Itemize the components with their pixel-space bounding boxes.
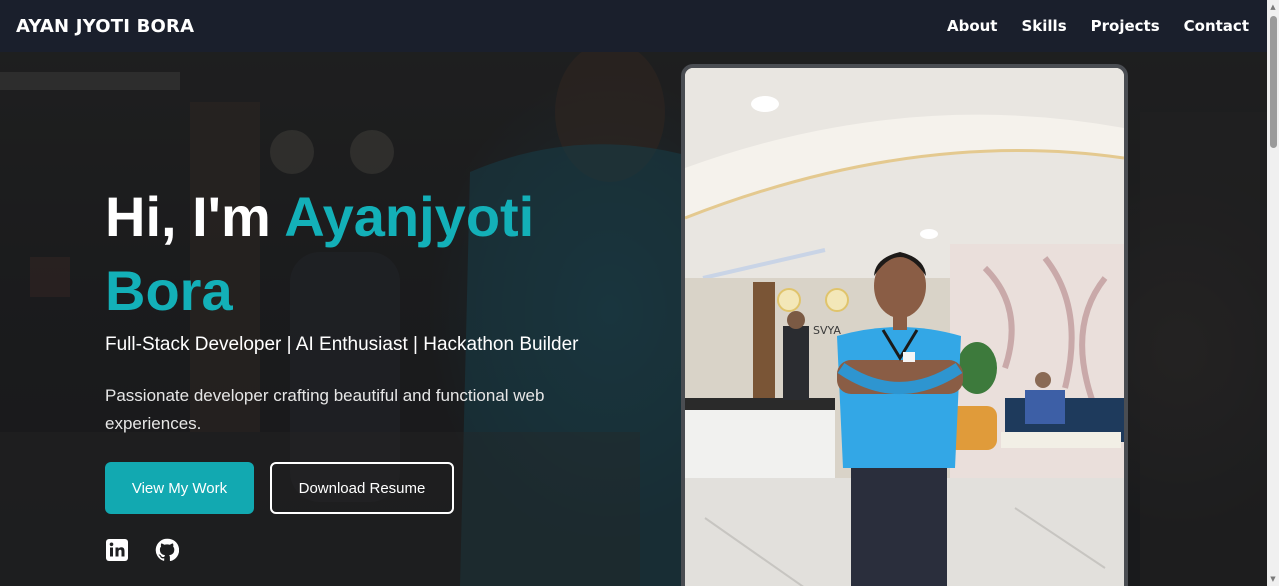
- svg-text:SVYA: SVYA: [813, 324, 841, 337]
- brand-logo[interactable]: AYAN JYOTI BORA: [16, 16, 194, 37]
- page-scrollbar[interactable]: ▲ ▼: [1267, 0, 1279, 586]
- nav-link-about[interactable]: About: [947, 17, 998, 35]
- hero-title: Hi, I'm Ayanjyoti Bora: [105, 180, 645, 328]
- profile-photo: SVYA: [681, 64, 1128, 586]
- hero-content: Hi, I'm Ayanjyoti Bora Full-Stack Develo…: [105, 180, 645, 562]
- hero-section: Hi, I'm Ayanjyoti Bora Full-Stack Develo…: [0, 52, 1267, 586]
- scrollbar-thumb[interactable]: [1270, 16, 1277, 148]
- view-my-work-button[interactable]: View My Work: [105, 462, 254, 514]
- social-links: [105, 538, 645, 562]
- hero-description: Passionate developer crafting beautiful …: [105, 386, 545, 433]
- github-icon[interactable]: [155, 538, 180, 562]
- hero-greeting: Hi, I'm: [105, 185, 285, 248]
- scroll-up-arrow-icon[interactable]: ▲: [1267, 0, 1279, 14]
- nav-link-projects[interactable]: Projects: [1091, 17, 1160, 35]
- linkedin-icon[interactable]: [105, 538, 129, 562]
- nav-link-contact[interactable]: Contact: [1184, 17, 1249, 35]
- hero-tagline: Full-Stack Developer | AI Enthusiast | H…: [105, 334, 579, 355]
- nav-links: About Skills Projects Contact: [947, 17, 1249, 35]
- download-resume-button[interactable]: Download Resume: [270, 462, 454, 514]
- scroll-down-arrow-icon[interactable]: ▼: [1267, 572, 1279, 586]
- nav-link-skills[interactable]: Skills: [1021, 17, 1066, 35]
- navbar: AYAN JYOTI BORA About Skills Projects Co…: [0, 0, 1267, 52]
- hero-buttons: View My Work Download Resume: [105, 462, 645, 514]
- profile-photo-illustration: SVYA: [685, 68, 1124, 586]
